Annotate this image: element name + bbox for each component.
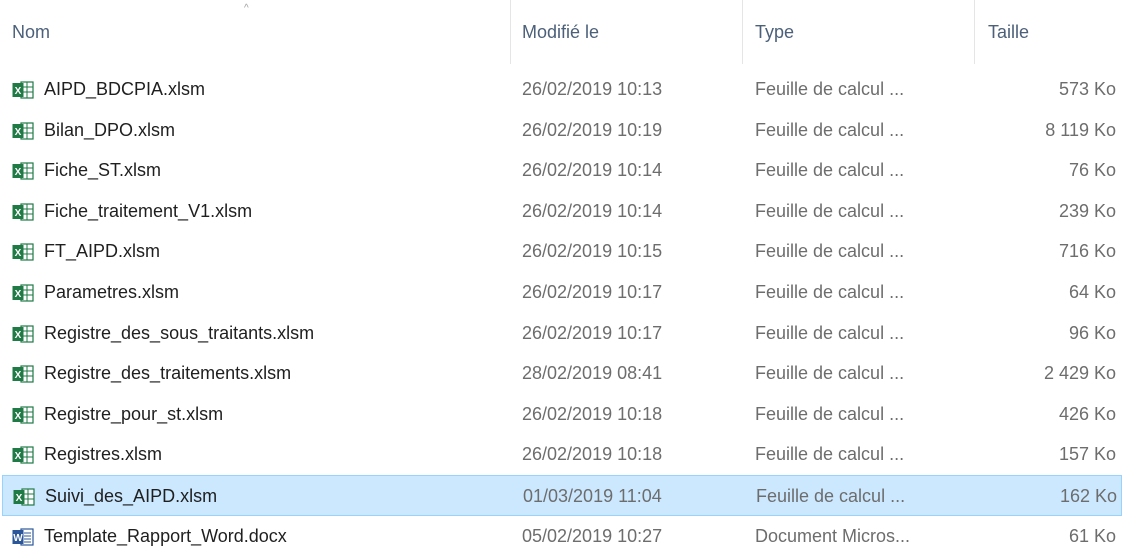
file-name[interactable]: Suivi_des_AIPD.xlsm [45, 476, 515, 516]
file-modified-date: 26/02/2019 10:18 [522, 403, 663, 424]
file-modified-date: 05/02/2019 10:27 [522, 525, 663, 546]
file-name[interactable]: Registre_pour_st.xlsm [44, 394, 514, 434]
excel-icon: X [12, 202, 34, 222]
svg-text:X: X [15, 248, 22, 259]
file-size: 573 Ko [1058, 79, 1116, 99]
svg-text:X: X [15, 127, 22, 138]
column-header-type[interactable]: Type [755, 0, 960, 64]
svg-text:X: X [15, 330, 22, 341]
file-modified-date: 26/02/2019 10:17 [522, 322, 663, 343]
file-row[interactable]: X Registre_des_traitements.xlsm 28/02/201… [0, 353, 1124, 394]
file-modified-date: 26/02/2019 10:14 [522, 160, 663, 181]
column-header-bar: ^ Nom Modifié le Type Taille [0, 0, 1124, 64]
excel-icon: X [12, 121, 34, 141]
excel-icon: X [12, 242, 34, 262]
file-modified-date: 28/02/2019 08:41 [522, 363, 663, 384]
file-type: Feuille de calcul ... [755, 200, 905, 221]
column-divider[interactable] [742, 0, 743, 64]
svg-text:X: X [15, 208, 22, 219]
file-modified-date: 26/02/2019 10:13 [522, 79, 663, 99]
file-row[interactable]: X AIPD_BDCPIA.xlsm 26/02/2019 10:13 Feuill… [0, 69, 1124, 110]
svg-text:X: X [15, 370, 22, 381]
file-size: 426 Ko [1058, 403, 1116, 424]
file-name[interactable]: Bilan_DPO.xlsm [44, 110, 514, 150]
file-type: Feuille de calcul ... [755, 241, 905, 262]
file-type: Feuille de calcul ... [755, 281, 905, 302]
column-divider[interactable] [974, 0, 975, 64]
file-type: Feuille de calcul ... [755, 119, 905, 140]
excel-icon: X [12, 80, 34, 100]
excel-icon: X [12, 445, 34, 465]
file-row[interactable]: X Registres.xlsm 26/02/2019 10:18 Feuille … [0, 434, 1124, 475]
file-modified-date: 26/02/2019 10:19 [522, 119, 663, 140]
file-row[interactable]: X Registre_des_sous_traitants.xlsm 26/02/… [0, 313, 1124, 354]
column-header-size[interactable]: Taille [988, 0, 1108, 64]
file-name[interactable]: Registres.xlsm [44, 434, 514, 474]
file-row[interactable]: X Parametres.xlsm 26/02/2019 10:17 Feuille… [0, 272, 1124, 313]
file-size: 8 119 Ko [1045, 119, 1116, 140]
excel-icon: X [12, 364, 34, 384]
file-modified-date: 26/02/2019 10:17 [522, 281, 663, 302]
file-modified-date: 26/02/2019 10:18 [522, 444, 663, 465]
excel-icon: X [12, 324, 34, 344]
file-row[interactable]: X Fiche_traitement_V1.xlsm 26/02/2019 10:… [0, 191, 1124, 232]
word-icon: W [12, 527, 34, 547]
column-header-date[interactable]: Modifié le [522, 0, 732, 64]
file-size: 76 Ko [1068, 160, 1116, 181]
file-type: Feuille de calcul ... [755, 79, 905, 99]
file-type: Feuille de calcul ... [755, 444, 905, 465]
file-type: Feuille de calcul ... [755, 160, 905, 181]
column-header-name[interactable]: Nom [12, 0, 502, 64]
file-name[interactable]: Parametres.xlsm [44, 272, 514, 312]
excel-icon: X [12, 405, 34, 425]
file-row[interactable]: X Registre_pour_st.xlsm 26/02/2019 10:18 F… [0, 394, 1124, 435]
file-size: 61 Ko [1068, 525, 1116, 546]
file-size: 96 Ko [1068, 322, 1116, 343]
file-name[interactable]: Registre_des_traitements.xlsm [44, 353, 514, 393]
file-type: Feuille de calcul ... [756, 485, 906, 506]
file-row[interactable]: X Fiche_ST.xlsm 26/02/2019 10:14 Feuille d… [0, 150, 1124, 191]
file-size: 716 Ko [1058, 241, 1116, 262]
file-size: 239 Ko [1058, 200, 1116, 221]
file-modified-date: 26/02/2019 10:15 [522, 241, 663, 262]
file-modified-date: 01/03/2019 11:04 [523, 485, 662, 506]
file-size: 157 Ko [1058, 444, 1116, 465]
file-size: 162 Ko [1059, 485, 1117, 506]
excel-icon: X [13, 487, 35, 507]
svg-text:X: X [15, 86, 22, 97]
file-type: Feuille de calcul ... [755, 403, 905, 424]
file-size: 2 429 Ko [1043, 363, 1116, 384]
svg-text:X: X [15, 167, 22, 178]
file-name[interactable]: Fiche_ST.xlsm [44, 150, 514, 190]
file-type: Feuille de calcul ... [755, 322, 905, 343]
excel-icon: X [12, 161, 34, 181]
svg-text:X: X [16, 493, 23, 504]
file-name[interactable]: Registre_des_sous_traitants.xlsm [44, 313, 514, 353]
file-explorer-details-view: ^ Nom Modifié le Type Taille X AIPD_BDCP… [0, 0, 1124, 549]
svg-text:X: X [15, 289, 22, 300]
file-row[interactable]: X FT_AIPD.xlsm 26/02/2019 10:15 Feuille de… [0, 231, 1124, 272]
column-divider[interactable] [510, 0, 511, 64]
svg-text:X: X [15, 451, 22, 462]
file-row[interactable]: X Bilan_DPO.xlsm 26/02/2019 10:19 Feuille … [0, 110, 1124, 151]
file-row[interactable]: X Suivi_des_AIPD.xlsm 01/03/2019 11:04 Feu… [2, 474, 1122, 516]
file-name[interactable]: Template_Rapport_Word.docx [44, 516, 514, 549]
file-size: 64 Ko [1068, 281, 1116, 302]
file-row[interactable]: W Template_Rapport_Word.docx 05/02/2019 1… [0, 516, 1124, 549]
file-modified-date: 26/02/2019 10:14 [522, 200, 663, 221]
svg-text:W: W [13, 533, 23, 544]
file-name[interactable]: AIPD_BDCPIA.xlsm [44, 69, 514, 109]
file-name[interactable]: Fiche_traitement_V1.xlsm [44, 191, 514, 231]
excel-icon: X [12, 283, 34, 303]
file-list: X AIPD_BDCPIA.xlsm 26/02/2019 10:13 Feuill… [0, 69, 1124, 549]
svg-text:X: X [15, 411, 22, 422]
file-type: Feuille de calcul ... [755, 363, 905, 384]
file-type: Document Micros... [755, 525, 911, 546]
file-name[interactable]: FT_AIPD.xlsm [44, 231, 514, 271]
